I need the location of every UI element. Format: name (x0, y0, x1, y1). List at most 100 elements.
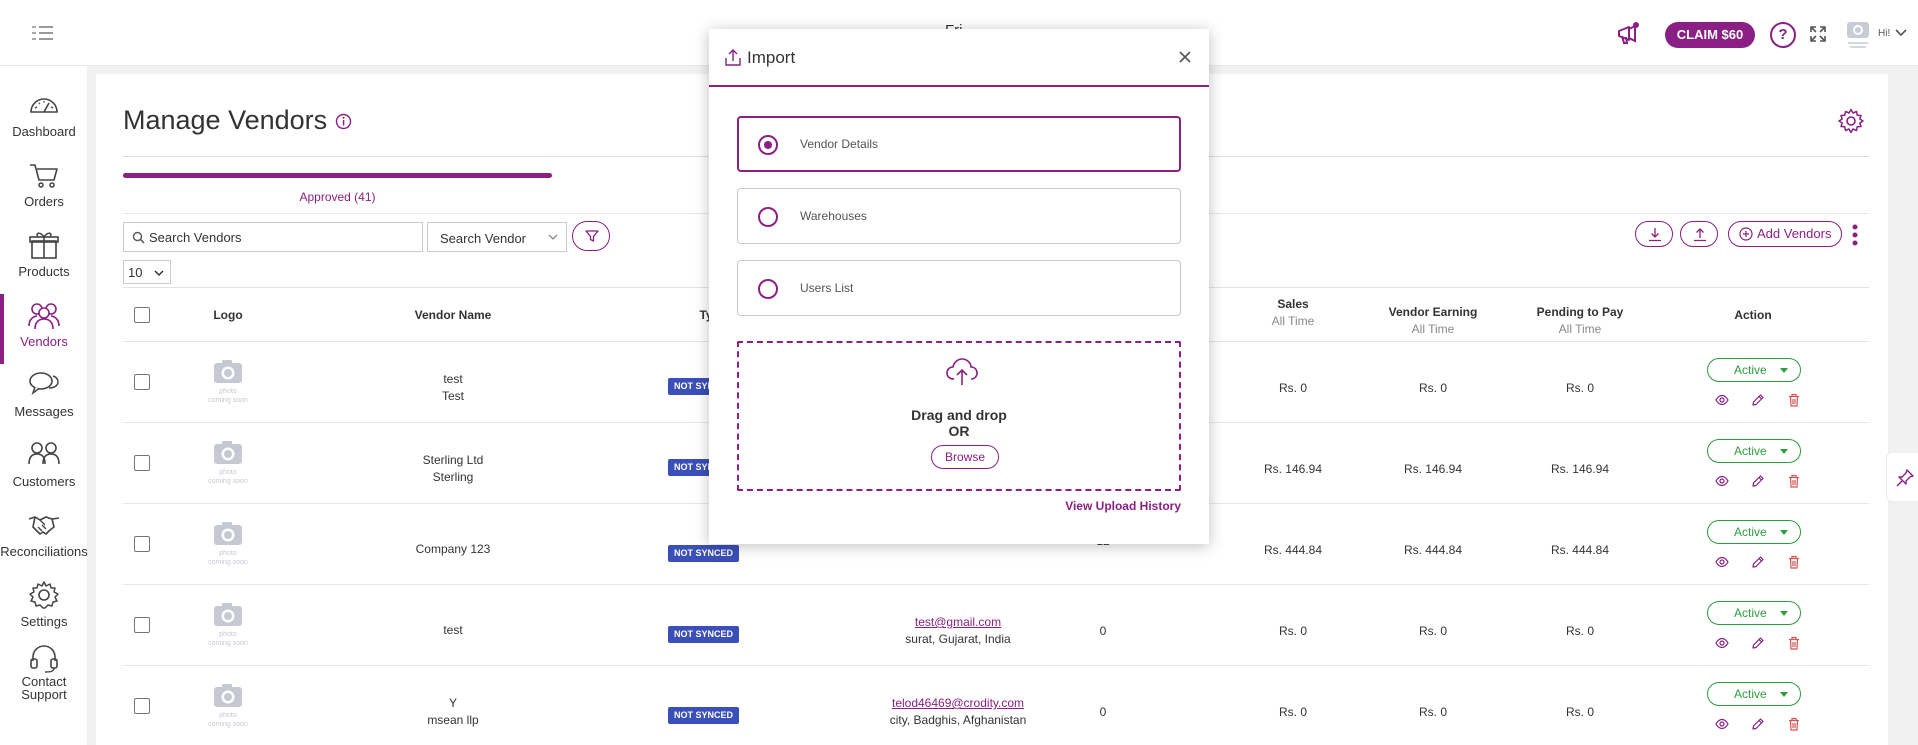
sidebar-item-messages[interactable]: Messages (0, 364, 88, 434)
sidebar-item-products[interactable]: Products (0, 224, 88, 294)
status-dropdown[interactable]: Active (1707, 601, 1801, 625)
chevron-down-icon[interactable] (1894, 27, 1908, 39)
sidebar-item-contact-support[interactable]: Contact Support (0, 638, 88, 708)
import-option-vendor-details[interactable]: Vendor Details (737, 116, 1181, 172)
import-option-users-list[interactable]: Users List (737, 260, 1181, 316)
status-label: Active (1734, 687, 1767, 701)
delete-icon[interactable] (1787, 393, 1801, 407)
product-count: 0 (1099, 624, 1107, 638)
help-icon[interactable]: ? (1770, 22, 1796, 48)
sync-status-badge: NOT SYNCED (668, 626, 740, 643)
delete-icon[interactable] (1787, 717, 1801, 731)
view-upload-history-link[interactable]: View Upload History (1065, 499, 1181, 513)
settings-gear-icon[interactable] (1838, 108, 1864, 134)
vendor-logo-placeholder: photo coming soon (206, 600, 250, 650)
vendor-name[interactable]: test (363, 622, 543, 639)
select-all-checkbox[interactable] (134, 307, 150, 323)
more-vertical-icon[interactable] (1850, 222, 1860, 248)
vendor-earning-value: Rs. 146.94 (1403, 462, 1463, 476)
search-by-select[interactable]: Search Vendor (427, 222, 567, 252)
caret-down-icon (1780, 692, 1788, 697)
page-size-select[interactable]: 10 (123, 260, 171, 284)
close-icon[interactable] (1177, 49, 1193, 65)
sidebar-item-settings[interactable]: Settings (0, 574, 88, 644)
delete-icon[interactable] (1787, 555, 1801, 569)
vendor-email-link[interactable]: test@gmail.com (858, 614, 1058, 631)
download-button[interactable] (1635, 221, 1673, 247)
view-icon[interactable] (1715, 717, 1729, 731)
add-vendors-button[interactable]: Add Vendors (1728, 221, 1842, 247)
caret-down-icon (1780, 449, 1788, 454)
sidebar-item-dashboard[interactable]: Dashboard (0, 84, 88, 154)
search-vendors-input[interactable] (149, 227, 417, 247)
user-greeting[interactable]: Hi! (1878, 28, 1890, 39)
row-checkbox[interactable] (134, 455, 150, 471)
sidebar-item-reconciliations[interactable]: Reconciliations (0, 504, 88, 574)
sync-status-badge: NOT SYNCED (668, 545, 740, 562)
tab-approved-indicator[interactable] (123, 173, 552, 178)
vendor-location: city, Badghis, Afghanistan (889, 713, 1027, 727)
radio-vendor-details[interactable] (758, 135, 778, 155)
vendor-name[interactable]: Company 123 (363, 541, 543, 558)
status-dropdown[interactable]: Active (1707, 358, 1801, 382)
vendor-email-link[interactable]: telod46469@crodity.com (858, 695, 1058, 712)
sidebar-item-vendors[interactable]: Vendors (0, 294, 88, 364)
file-dropzone[interactable]: Drag and drop OR Browse (737, 341, 1181, 491)
table-row: photo coming soon Ymsean llp NOT SYNCED telo… (123, 666, 1869, 745)
cloud-upload-icon (946, 358, 978, 385)
delete-icon[interactable] (1787, 474, 1801, 488)
search-vendors-box[interactable] (123, 222, 423, 252)
column-sales-sub: All Time (1271, 314, 1315, 328)
sidebar-item-orders[interactable]: Orders (0, 154, 88, 224)
status-dropdown[interactable]: Active (1707, 682, 1801, 706)
vendor-name[interactable]: test Test (363, 371, 543, 405)
sidebar-item-customers[interactable]: Customers (0, 434, 88, 504)
upload-button[interactable] (1680, 221, 1718, 247)
vendor-name-line-1: test (443, 372, 463, 386)
vendor-name[interactable]: Sterling Ltd Sterling (363, 452, 543, 486)
edit-icon[interactable] (1751, 555, 1765, 569)
sync-status-badge: NOT SYNCED (668, 707, 740, 724)
import-option-warehouses[interactable]: Warehouses (737, 188, 1181, 244)
headset-icon (30, 645, 58, 673)
row-checkbox[interactable] (134, 536, 150, 552)
row-checkbox[interactable] (134, 374, 150, 390)
avatar[interactable] (1844, 18, 1872, 50)
view-icon[interactable] (1715, 636, 1729, 650)
view-icon[interactable] (1715, 393, 1729, 407)
radio-warehouses[interactable] (758, 207, 778, 227)
filter-icon (585, 230, 599, 242)
megaphone-icon[interactable] (1614, 20, 1642, 48)
modal-header: Import (709, 29, 1209, 87)
row-checkbox[interactable] (134, 617, 150, 633)
claim-button[interactable]: CLAIM $60 (1665, 22, 1755, 48)
view-icon[interactable] (1715, 474, 1729, 488)
status-label: Active (1734, 444, 1767, 458)
filter-button[interactable] (572, 221, 610, 251)
edit-icon[interactable] (1751, 474, 1765, 488)
row-checkbox[interactable] (134, 698, 150, 714)
status-dropdown[interactable]: Active (1707, 439, 1801, 463)
vendor-logo-placeholder: photo coming soon (206, 519, 250, 569)
tab-approved[interactable]: Approved (41) (123, 190, 552, 204)
edit-icon[interactable] (1751, 636, 1765, 650)
pin-tab[interactable] (1886, 452, 1918, 502)
edit-icon[interactable] (1751, 717, 1765, 731)
plus-circle-icon (1739, 227, 1753, 241)
status-dropdown[interactable]: Active (1707, 520, 1801, 544)
fullscreen-icon[interactable] (1808, 24, 1828, 44)
pending-to-pay-value: Rs. 0 (1565, 624, 1594, 638)
pending-to-pay-value: Rs. 444.84 (1550, 543, 1610, 557)
menu-toggle-icon[interactable] (32, 24, 56, 42)
option-label: Vendor Details (800, 137, 879, 151)
column-pending-label: Pending to Pay (1536, 305, 1624, 319)
browse-button[interactable]: Browse (931, 445, 999, 469)
status-label: Active (1734, 606, 1767, 620)
edit-icon[interactable] (1751, 393, 1765, 407)
delete-icon[interactable] (1787, 636, 1801, 650)
sales-value: Rs. 146.94 (1263, 462, 1323, 476)
radio-users-list[interactable] (758, 279, 778, 299)
view-icon[interactable] (1715, 555, 1729, 569)
info-icon[interactable] (335, 113, 352, 130)
vendor-name[interactable]: Ymsean llp (363, 695, 543, 729)
